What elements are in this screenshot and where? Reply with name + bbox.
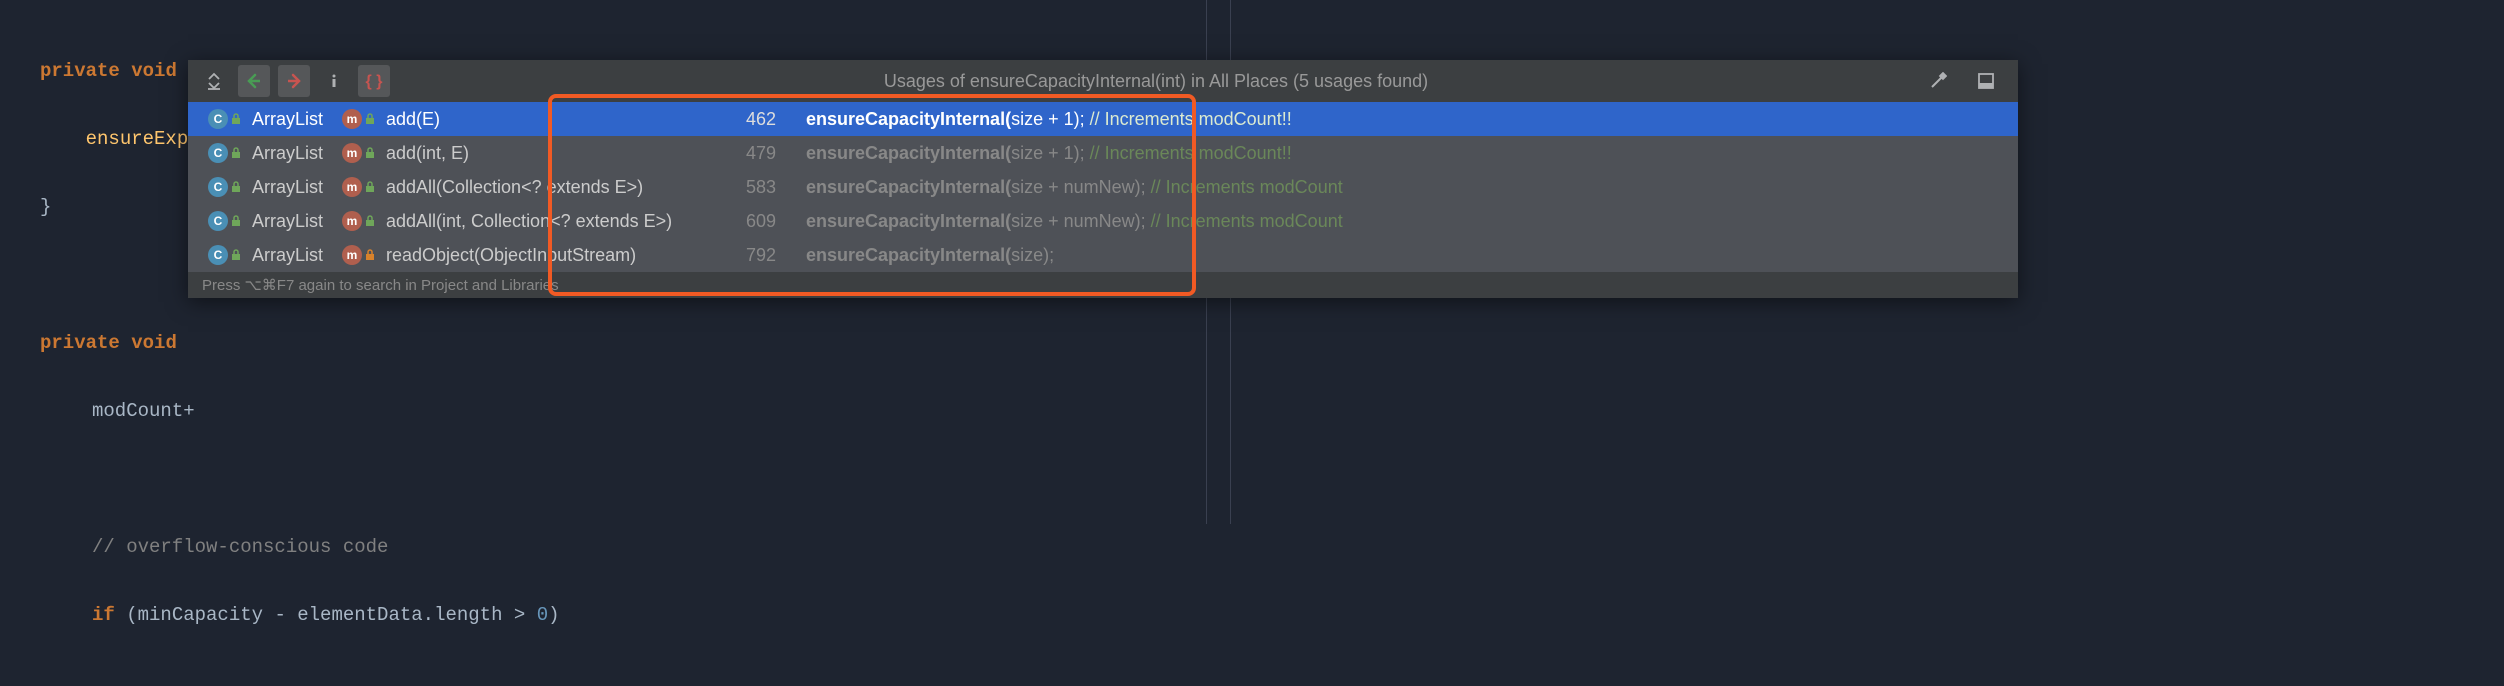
- method-signature: addAll(int, Collection<? extends E>): [386, 211, 716, 232]
- method-icon: m: [342, 211, 362, 231]
- lock-icon: [230, 249, 242, 261]
- class-icon: C: [208, 143, 228, 163]
- lock-icon: [230, 113, 242, 125]
- code-preview: ensureCapacityInternal(size);: [806, 245, 1054, 266]
- usage-row[interactable]: C ArrayListm add(E)462 ensureCapacityIntern…: [188, 102, 2018, 136]
- usage-row[interactable]: C ArrayListm addAll(int, Collection<? exte…: [188, 204, 2018, 238]
- class-icon: C: [208, 109, 228, 129]
- lock-icon: [364, 181, 376, 193]
- line-number: 479: [716, 143, 776, 164]
- method-signature: add(int, E): [386, 143, 716, 164]
- class-name: ArrayList: [252, 245, 342, 266]
- code-preview: ensureCapacityInternal(size + 1); // Inc…: [806, 109, 1292, 130]
- method-icon: m: [342, 109, 362, 129]
- method-icon: m: [342, 143, 362, 163]
- usage-list: CArrayListmadd(E)462ensureCapacityIntern…: [188, 102, 2018, 272]
- popup-footer: Press ⌥⌘F7 again to search in Project an…: [188, 272, 2018, 298]
- line-number: 609: [716, 211, 776, 232]
- prev-occurrence-button[interactable]: [238, 65, 270, 97]
- line-number: 583: [716, 177, 776, 198]
- code-line: modCount+: [40, 394, 2464, 428]
- settings-button[interactable]: [1922, 65, 1954, 97]
- svg-text:{ }: { }: [366, 73, 383, 90]
- method-signature: readObject(ObjectInputStream): [386, 245, 716, 266]
- usage-row[interactable]: C ArrayListm add(int, E)479 ensureCapacityI…: [188, 136, 2018, 170]
- lock-icon: [230, 147, 242, 159]
- usage-row[interactable]: C ArrayListm readObject(ObjectInputStream)…: [188, 238, 2018, 272]
- method-signature: add(E): [386, 109, 716, 130]
- expand-all-button[interactable]: [198, 65, 230, 97]
- filter-button[interactable]: { }: [358, 65, 390, 97]
- line-number: 462: [716, 109, 776, 130]
- code-line: if (minCapacity - elementData.length > 0…: [40, 598, 2464, 632]
- lock-icon: [230, 215, 242, 227]
- code-preview: ensureCapacityInternal(size + 1); // Inc…: [806, 143, 1292, 164]
- lock-icon: [230, 181, 242, 193]
- open-in-find-window-button[interactable]: [1970, 65, 2002, 97]
- popup-title: Usages of ensureCapacityInternal(int) in…: [394, 71, 1918, 92]
- code-line: private void: [40, 326, 2464, 360]
- popup-toolbar: { } Usages of ensureCapacityInternal(int…: [188, 60, 2018, 102]
- line-number: 792: [716, 245, 776, 266]
- method-signature: addAll(Collection<? extends E>): [386, 177, 716, 198]
- usages-popup: { } Usages of ensureCapacityInternal(int…: [188, 60, 2018, 298]
- class-name: ArrayList: [252, 177, 342, 198]
- class-name: ArrayList: [252, 143, 342, 164]
- class-icon: C: [208, 211, 228, 231]
- method-icon: m: [342, 177, 362, 197]
- lock-icon: [364, 147, 376, 159]
- lock-icon: [364, 113, 376, 125]
- lock-icon: [364, 249, 376, 261]
- next-occurrence-button[interactable]: [278, 65, 310, 97]
- code-line: [40, 462, 2464, 496]
- class-name: ArrayList: [252, 211, 342, 232]
- class-name: ArrayList: [252, 109, 342, 130]
- method-icon: m: [342, 245, 362, 265]
- code-preview: ensureCapacityInternal(size + numNew); /…: [806, 211, 1343, 232]
- usage-row[interactable]: C ArrayListm addAll(Collection<? extends E…: [188, 170, 2018, 204]
- info-button[interactable]: [318, 65, 350, 97]
- code-preview: ensureCapacityInternal(size + numNew); /…: [806, 177, 1343, 198]
- lock-icon: [364, 215, 376, 227]
- class-icon: C: [208, 245, 228, 265]
- code-line: // overflow-conscious code: [40, 530, 2464, 564]
- class-icon: C: [208, 177, 228, 197]
